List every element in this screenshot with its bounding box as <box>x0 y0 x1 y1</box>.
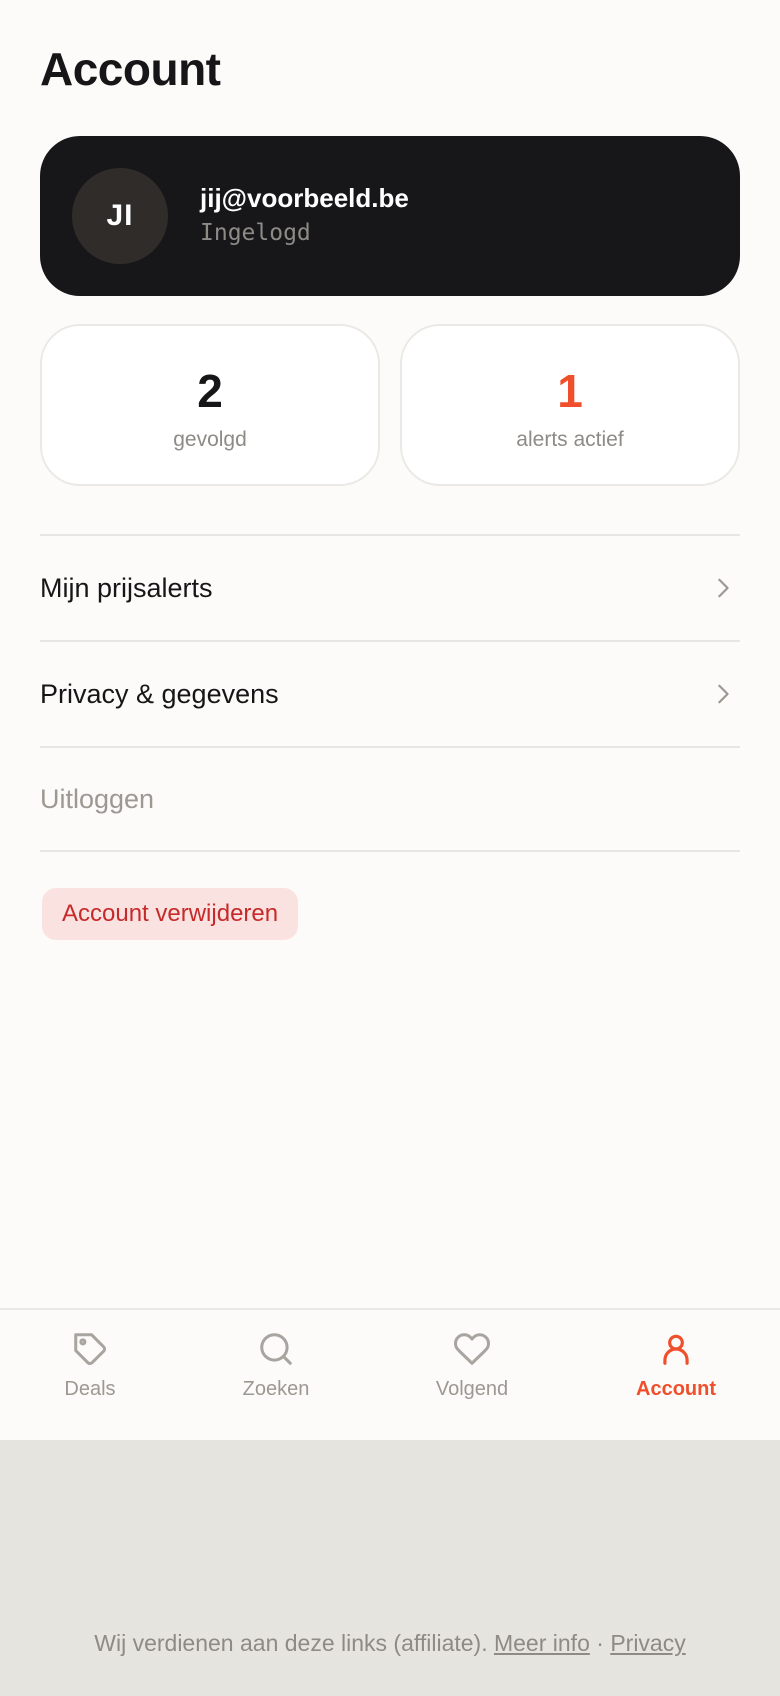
profile-email: jij@voorbeeld.be <box>200 183 409 213</box>
more-info-link[interactable]: Meer info <box>494 1630 590 1656</box>
app-screen: Account JI jij@voorbeeld.be Ingelogd 2 g… <box>0 0 780 1440</box>
tab-label: Deals <box>64 1378 116 1400</box>
heart-icon <box>454 1333 490 1365</box>
page-title: Account <box>40 43 221 95</box>
stat-card-alerts: 1 alerts actief <box>400 324 740 486</box>
footer-separator: · <box>596 1630 604 1656</box>
chevron-right-icon <box>718 684 729 704</box>
delete-account-button[interactable]: Account verwijderen <box>42 888 299 940</box>
profile-card: JI jij@voorbeeld.be Ingelogd <box>40 136 740 296</box>
tab-label: Volgend <box>435 1378 509 1400</box>
stat-value-followed: 2 <box>197 365 223 417</box>
chevron-right-icon <box>718 578 729 598</box>
tab-account[interactable]: Account <box>606 1330 746 1401</box>
tab-search[interactable]: Zoeken <box>206 1330 346 1401</box>
tag-icon <box>74 1333 106 1365</box>
stat-card-followed: 2 gevolgd <box>40 324 380 486</box>
menu-item-privacy[interactable]: Privacy & gegevens <box>40 640 740 746</box>
logout-label: Uitloggen <box>40 783 155 814</box>
profile-status: Ingelogd <box>200 220 311 246</box>
stat-label-alerts: alerts actief <box>516 428 624 451</box>
privacy-link[interactable]: Privacy <box>610 1630 685 1656</box>
stat-label-followed: gevolgd <box>173 428 247 451</box>
tab-following[interactable]: Volgend <box>402 1330 542 1401</box>
menu-item-label: Mijn prijsalerts <box>40 572 213 603</box>
tab-deals[interactable]: Deals <box>20 1330 160 1401</box>
search-icon <box>260 1333 292 1365</box>
affiliate-footer: Wij verdienen aan deze links (affiliate)… <box>0 1630 780 1657</box>
tab-bar: Deals Zoeken Volgend Account <box>0 1308 780 1440</box>
menu-item-price-alerts[interactable]: Mijn prijsalerts <box>40 534 740 640</box>
logout-button[interactable]: Uitloggen <box>40 746 740 852</box>
affiliate-disclaimer: Wij verdienen aan deze links (affiliate)… <box>94 1630 488 1656</box>
tab-label: Account <box>636 1378 716 1400</box>
user-icon <box>663 1334 689 1365</box>
tab-label: Zoeken <box>242 1378 310 1400</box>
menu-item-label: Privacy & gegevens <box>40 678 279 709</box>
avatar: JI <box>72 168 168 264</box>
stat-value-alerts: 1 <box>557 365 583 417</box>
